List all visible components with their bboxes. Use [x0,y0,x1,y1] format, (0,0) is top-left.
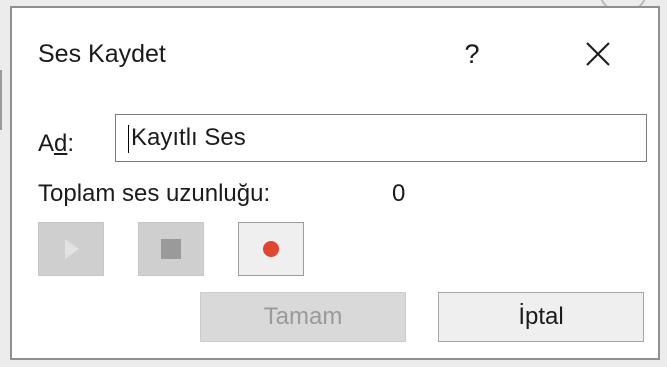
play-icon [65,239,79,259]
ok-button[interactable]: Tamam [200,292,406,342]
record-sound-dialog: Ses Kaydet ? Ad: Kayıtlı Ses Toplam ses … [10,6,660,360]
play-button[interactable] [38,222,104,276]
name-label-suffix: : [67,130,75,157]
name-input-value: Kayıtlı Ses [131,124,246,151]
name-label-accelerator: d [54,130,68,157]
name-label: Ad: [38,130,74,158]
help-button[interactable]: ? [452,34,492,74]
total-length-value: 0 [392,180,406,207]
text-caret [128,124,129,153]
record-icon [263,241,279,257]
stop-icon [161,239,181,259]
dialog-titlebar: Ses Kaydet ? [12,8,658,102]
close-button[interactable] [578,34,618,74]
dialog-title: Ses Kaydet [38,40,166,68]
background-divider [0,70,2,130]
name-label-prefix: A [38,130,55,157]
record-button[interactable] [238,222,304,276]
stop-button[interactable] [138,222,204,276]
close-icon [586,42,610,66]
name-input[interactable]: Kayıtlı Ses [115,114,647,162]
cancel-button[interactable]: İptal [438,292,644,342]
total-length-label: Toplam ses uzunluğu: [38,180,271,207]
